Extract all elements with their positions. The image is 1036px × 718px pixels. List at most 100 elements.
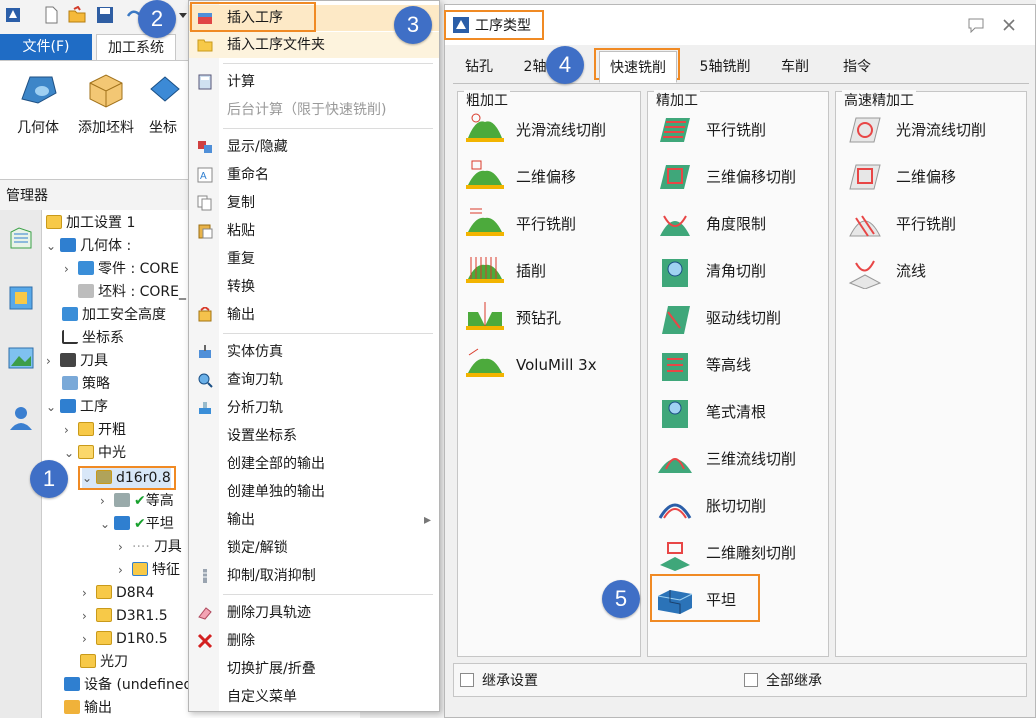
menu-item-show-hide[interactable]: 显示/隐藏 bbox=[189, 134, 439, 160]
inherit-settings-checkbox[interactable] bbox=[460, 673, 474, 687]
inherit-all-checkbox[interactable] bbox=[744, 673, 758, 687]
tree-item[interactable]: 坯料 : CORE_ bbox=[78, 281, 186, 303]
menu-item-paste[interactable]: 粘贴 bbox=[189, 218, 439, 244]
expand-icon[interactable]: › bbox=[118, 559, 132, 581]
tree-item[interactable]: › D3R1.5 bbox=[82, 605, 168, 627]
tree-item[interactable]: 光刀 bbox=[80, 651, 128, 673]
tree-item[interactable]: 加工设置 1 bbox=[46, 212, 135, 234]
open-file-icon[interactable] bbox=[68, 6, 86, 24]
folder-icon bbox=[80, 654, 96, 668]
part-icon bbox=[78, 261, 94, 275]
tab-drilling[interactable]: 钻孔 bbox=[457, 51, 501, 83]
menu-item-toggle-expand[interactable]: 切换扩展/折叠 bbox=[189, 656, 439, 682]
geometry-button[interactable]: 几何体 bbox=[8, 69, 68, 137]
menu-item-convert[interactable]: 转换 bbox=[189, 274, 439, 300]
menu-item-label: 输出 bbox=[227, 307, 255, 323]
expand-icon[interactable]: › bbox=[82, 628, 96, 650]
expand-icon[interactable]: › bbox=[64, 419, 78, 441]
expand-icon[interactable]: › bbox=[100, 490, 114, 512]
help-comment-icon[interactable] bbox=[967, 17, 985, 33]
tree-item[interactable]: › 特征 bbox=[118, 559, 180, 581]
tab-machining-system[interactable]: 加工系统 bbox=[96, 34, 176, 60]
collapse-icon[interactable]: ⌄ bbox=[64, 442, 78, 464]
tree-item[interactable]: › D8R4 bbox=[82, 582, 154, 604]
tree-item[interactable]: › ✔等高 bbox=[100, 490, 174, 512]
inherit-settings-label: 继承设置 bbox=[482, 673, 538, 689]
collapse-icon[interactable]: ⌄ bbox=[46, 235, 60, 257]
op-label: 流线 bbox=[896, 262, 927, 280]
coordinate-button[interactable]: 坐标 bbox=[138, 69, 188, 137]
user-manager-icon[interactable] bbox=[5, 402, 37, 434]
context-menu: 插入工序 插入工序文件夹 计算 后台计算（限于快速铣削) 显示/隐藏 A 重命名 … bbox=[188, 0, 440, 712]
menu-item-create-all-output[interactable]: 创建全部的输出 bbox=[189, 451, 439, 477]
tree-item[interactable]: 策略 bbox=[62, 373, 110, 395]
tree-item[interactable]: › 开粗 bbox=[64, 419, 126, 441]
expand-icon[interactable]: › bbox=[46, 350, 60, 372]
tab-turning[interactable]: 车削 bbox=[775, 51, 815, 83]
tree-item-label: 坯料 : CORE_ bbox=[98, 284, 186, 300]
tree-item[interactable]: › D1R0.5 bbox=[82, 628, 168, 650]
menu-item-delete[interactable]: 删除 bbox=[189, 628, 439, 654]
menu-item-output-submenu[interactable]: 输出 ▸ bbox=[189, 507, 439, 533]
save-icon[interactable] bbox=[96, 6, 114, 24]
tab-fast-milling[interactable]: 快速铣削 bbox=[599, 51, 677, 83]
close-icon[interactable] bbox=[1001, 17, 1017, 33]
tree-item[interactable]: 设备 (undefined bbox=[64, 674, 192, 696]
menu-item-rename[interactable]: A 重命名 bbox=[189, 162, 439, 188]
expand-icon[interactable]: › bbox=[82, 605, 96, 627]
tree-item[interactable]: 加工安全高度 bbox=[62, 304, 166, 326]
smooth-flowline-icon bbox=[849, 117, 881, 143]
group-rough: 粗加工 光滑流线切削 二维偏移 平行铣削 插削 预钻孔 VoluMill 3x bbox=[457, 90, 641, 657]
tab-5-axis-milling[interactable]: 5轴铣削 bbox=[693, 51, 757, 83]
parallel-milling-icon bbox=[660, 118, 690, 142]
tree-item[interactable]: 坐标系 bbox=[62, 327, 124, 349]
menu-item-create-single-output[interactable]: 创建单独的输出 bbox=[189, 479, 439, 505]
tree-item[interactable]: ⌄ 几何体 : bbox=[46, 235, 131, 257]
menu-item-analyze-toolpath[interactable]: 分析刀轨 bbox=[189, 395, 439, 421]
highlight-box-2 bbox=[190, 2, 316, 32]
image-manager-icon[interactable] bbox=[5, 342, 37, 374]
collapse-icon[interactable]: ⌄ bbox=[100, 513, 114, 535]
view-manager-icon[interactable] bbox=[5, 282, 37, 314]
tree-item-label: 光刀 bbox=[100, 654, 128, 670]
tree-item[interactable]: 输出 bbox=[64, 697, 112, 718]
add-stock-button[interactable]: 添加坯料 bbox=[76, 69, 136, 137]
menu-item-repeat[interactable]: 重复 bbox=[189, 246, 439, 272]
menu-item-label: 删除 bbox=[227, 633, 255, 649]
tree-item[interactable]: ⌄ 工序 bbox=[46, 396, 108, 418]
menu-item-label: 分析刀轨 bbox=[227, 400, 283, 416]
tree-item[interactable]: ⌄ ✔平坦 bbox=[100, 513, 174, 535]
tool-icon bbox=[60, 353, 76, 367]
menu-item-calculate[interactable]: 计算 bbox=[189, 69, 439, 95]
menu-item-copy[interactable]: 复制 bbox=[189, 190, 439, 216]
menu-item-label: 删除刀具轨迹 bbox=[227, 605, 311, 621]
volumill-icon bbox=[466, 348, 504, 377]
menu-item-set-coordinate[interactable]: 设置坐标系 bbox=[189, 423, 439, 449]
tree-item-label: 坐标系 bbox=[82, 330, 124, 346]
menu-item-delete-toolpath[interactable]: 删除刀具轨迹 bbox=[189, 600, 439, 626]
menu-item-custom-menu[interactable]: 自定义菜单 bbox=[189, 684, 439, 710]
toolpath-manager-icon[interactable] bbox=[5, 222, 37, 254]
export-icon bbox=[198, 307, 212, 322]
menu-item-suppress[interactable]: 抑制/取消抑制 bbox=[189, 563, 439, 589]
menu-item-solid-simulation[interactable]: 实体仿真 bbox=[189, 339, 439, 365]
new-file-icon[interactable] bbox=[42, 6, 60, 24]
group-title: 精加工 bbox=[654, 90, 700, 110]
tab-file[interactable]: 文件(F) bbox=[0, 34, 92, 60]
expand-icon[interactable]: › bbox=[64, 258, 78, 280]
tree-item[interactable]: ⌄ 中光 bbox=[64, 442, 126, 464]
expand-icon[interactable]: › bbox=[82, 582, 96, 604]
folder-icon bbox=[96, 631, 112, 645]
add-stock-label: 添加坯料 bbox=[78, 120, 134, 136]
tree-item[interactable]: › ···· 刀具 bbox=[118, 536, 182, 558]
menu-item-query-toolpath[interactable]: 查询刀轨 bbox=[189, 367, 439, 393]
tree-item[interactable]: › 零件 : CORE bbox=[64, 258, 179, 280]
2d-engrave-icon bbox=[660, 542, 690, 571]
expand-icon[interactable]: › bbox=[118, 536, 132, 558]
collapse-icon[interactable]: ⌄ bbox=[46, 396, 60, 418]
callout-badge-3: 3 bbox=[394, 6, 432, 44]
tree-item[interactable]: › 刀具 bbox=[46, 350, 108, 372]
menu-item-lock-unlock[interactable]: 锁定/解锁 bbox=[189, 535, 439, 561]
menu-item-export[interactable]: 输出 bbox=[189, 302, 439, 328]
tab-commands[interactable]: 指令 bbox=[837, 51, 877, 83]
